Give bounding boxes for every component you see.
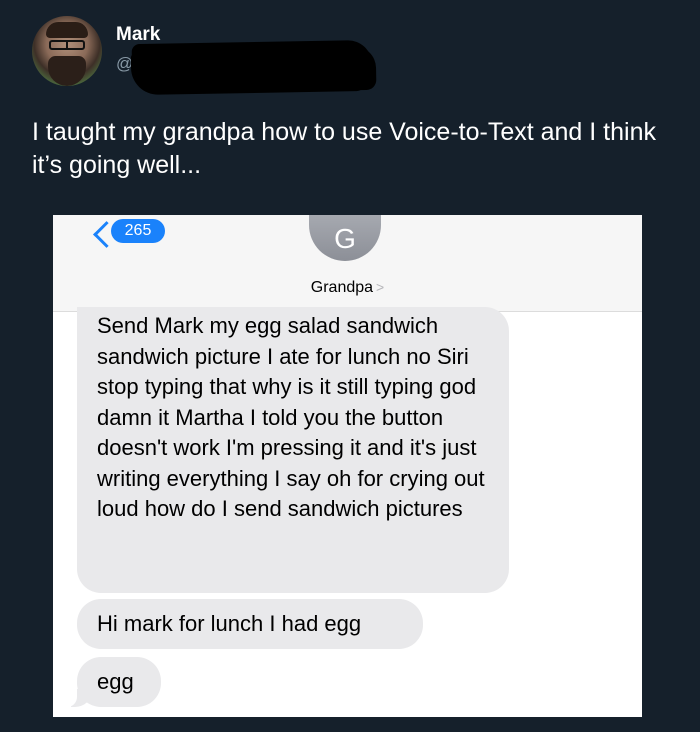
tweet-header: Mark @ [32,16,672,96]
user-handle[interactable]: @ [116,54,133,74]
avatar-glasses [49,40,85,50]
message-text: egg [97,669,134,694]
back-button[interactable] [71,219,120,253]
contact-name-label: Grandpa [310,279,374,296]
display-name[interactable]: Mark [116,24,160,46]
messages-header: 265 G Grandpa > [53,215,642,312]
chevron-right-icon: > [376,279,385,295]
message-bubble[interactable]: Send Mark my egg salad sandwich sandwich… [77,307,509,593]
message-bubble[interactable]: egg [67,657,161,707]
contact-avatar[interactable]: G [309,215,381,261]
contact-name[interactable]: Grandpa > [53,279,642,297]
handle-redaction-scribble [131,39,373,93]
messages-screenshot: 265 G Grandpa > Send Mark my egg salad sa… [53,215,642,717]
avatar-beard [48,56,86,86]
message-text: Send Mark my egg salad sandwich sandwich… [97,313,485,521]
avatar-hair [46,22,88,38]
message-text: Hi mark for lunch I had egg [97,611,362,636]
message-bubble[interactable]: Hi mark for lunch I had egg [77,599,423,649]
contact-initial: G [334,223,356,254]
user-avatar[interactable] [32,16,102,86]
tweet-text: I taught my grandpa how to use Voice-to-… [32,118,656,179]
unread-count-badge[interactable]: 265 [111,219,165,243]
